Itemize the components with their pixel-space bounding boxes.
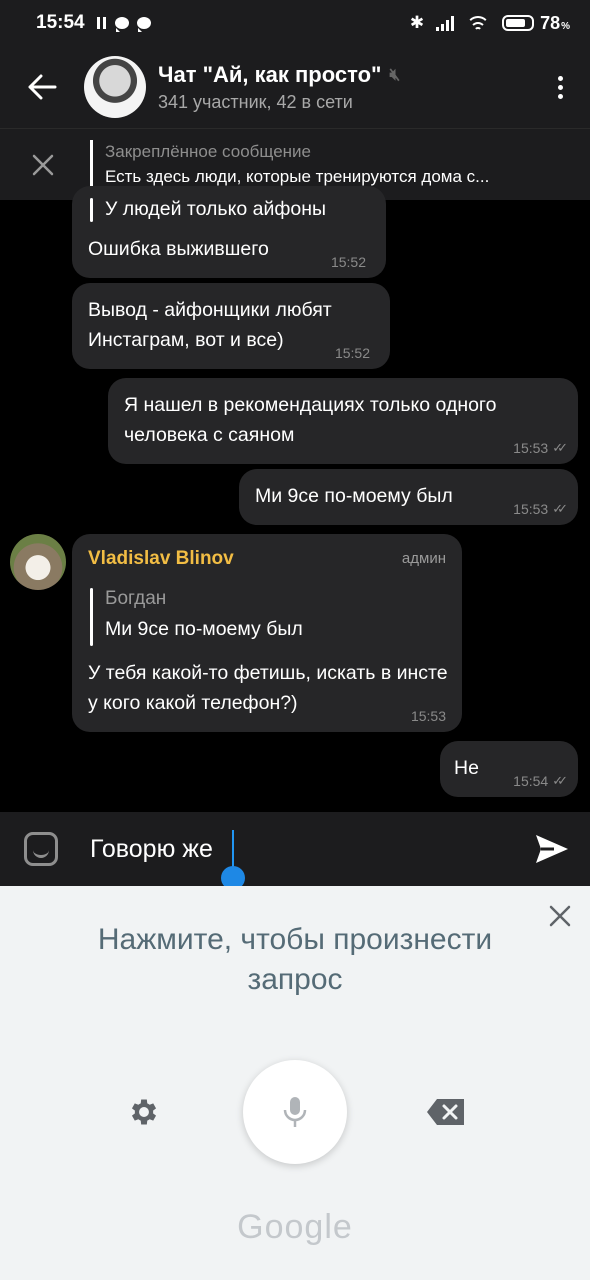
message-notification-icon <box>114 17 129 32</box>
pinned-accent-bar <box>90 139 93 190</box>
double-check-icon: ✓✓ <box>552 773 568 788</box>
message-input-wrapper[interactable]: Говорю же <box>82 812 514 890</box>
message-text: У тебя какой-то фетишь, искать в инсте у… <box>88 662 448 714</box>
reply-author: Богдан <box>105 588 167 609</box>
message-bubble[interactable]: У людей только айфоны Ошибка выжившего 1… <box>72 186 386 278</box>
pinned-text: Есть здесь люди, которые тренируются дом… <box>105 167 490 186</box>
message-input[interactable]: Говорю же <box>90 835 213 864</box>
message-time: 15:53 ✓✓ <box>513 501 568 517</box>
chat-info[interactable]: Чат "Ай, как просто" 🔇︎ 341 участник, 42… <box>158 62 400 113</box>
pause-icon <box>96 17 107 29</box>
microphone-icon <box>283 1097 307 1127</box>
pinned-label: Закреплённое сообщение <box>105 142 311 161</box>
battery-unit: % <box>561 20 570 32</box>
mute-icon: 🔇︎ <box>389 64 401 84</box>
microphone-button[interactable] <box>243 1060 347 1164</box>
message-time: 15:52 <box>334 345 370 361</box>
status-bar: 15:54 ✱ 78% <box>0 0 590 46</box>
message-text: Ошибка выжившего <box>88 238 269 260</box>
text-cursor <box>232 830 234 870</box>
backspace-icon <box>427 1099 464 1125</box>
back-button[interactable] <box>0 46 84 128</box>
admin-badge: админ <box>401 550 446 567</box>
sticker-button[interactable] <box>0 812 82 886</box>
send-button[interactable] <box>514 812 590 886</box>
message-time: 15:54 ✓✓ <box>513 773 568 789</box>
sender-avatar[interactable] <box>10 534 66 590</box>
battery-fill <box>506 19 525 27</box>
signal-icon <box>436 15 455 31</box>
chat-header: Чат "Ай, как просто" 🔇︎ 341 участник, 42… <box>0 46 590 128</box>
voice-prompt-line-1: Нажмите, чтобы произнести <box>97 923 493 956</box>
double-check-icon: ✓✓ <box>552 501 568 516</box>
chat-title-text: Чат "Ай, как просто" <box>158 61 382 87</box>
message-text: Не <box>454 757 479 779</box>
message-bubble-outgoing[interactable]: Ми 9се по-моему был 15:53 ✓✓ <box>239 469 578 525</box>
sender-name[interactable]: Vladislav Blinov <box>88 548 234 570</box>
message-bubble[interactable]: Вывод - айфонщики любят Инстаграм, вот и… <box>72 283 390 369</box>
message-time: 15:53 <box>410 708 446 724</box>
pinned-content: Закреплённое сообщение Есть здесь люди, … <box>105 142 575 187</box>
reply-text: Ми 9се по-моему был <box>105 618 303 640</box>
battery-indicator: 78% <box>502 13 570 34</box>
battery-percent: 78% <box>540 12 570 33</box>
message-bubble-outgoing[interactable]: Не 15:54 ✓✓ <box>440 741 578 797</box>
bluetooth-icon: ✱ <box>409 13 425 32</box>
voice-input-panel: Нажмите, чтобы произнести запрос Google <box>0 886 590 1280</box>
message-time: 15:52 <box>330 254 366 270</box>
status-notification-icons <box>96 17 151 32</box>
message-text: Я нашел в рекомендациях только одного че… <box>124 394 497 446</box>
voice-prompt[interactable]: Нажмите, чтобы произнести запрос <box>0 920 590 1000</box>
reply-bar <box>90 588 93 646</box>
message-notification-icon-2 <box>136 17 151 32</box>
reply-quote[interactable]: Богдан Ми 9се по-моему был <box>90 588 303 646</box>
close-icon <box>32 154 54 175</box>
wifi-icon <box>466 14 491 32</box>
reply-quote: У людей только айфоны <box>90 198 326 222</box>
arrow-left-icon <box>28 74 57 100</box>
more-options-button[interactable] <box>530 46 590 128</box>
backspace-button[interactable] <box>424 1094 468 1130</box>
send-icon <box>536 835 568 863</box>
google-logo: Google <box>237 1208 353 1246</box>
message-bubble[interactable]: Vladislav Blinov админ Богдан Ми 9се по-… <box>72 534 462 732</box>
reply-text: У людей только айфоны <box>105 198 327 220</box>
chat-title: Чат "Ай, как просто" 🔇︎ <box>158 62 400 88</box>
message-text: Ми 9се по-моему был <box>255 485 453 507</box>
voice-prompt-line-2: запрос <box>247 963 343 996</box>
double-check-icon: ✓✓ <box>552 440 568 455</box>
status-system-icons: ✱ 78% <box>410 13 570 34</box>
chat-avatar[interactable] <box>84 56 146 118</box>
message-bubble-outgoing[interactable]: Я нашел в рекомендациях только одного че… <box>108 378 578 464</box>
message-time: 15:53 ✓✓ <box>513 440 568 456</box>
chat-members-count: 341 участник, 42 в сети <box>158 91 353 112</box>
status-time: 15:54 <box>36 12 85 33</box>
message-composer: Говорю же <box>0 812 590 890</box>
pinned-close-button[interactable] <box>0 129 86 201</box>
voice-settings-button[interactable] <box>124 1092 164 1132</box>
reply-bar <box>90 198 93 222</box>
battery-icon <box>502 15 535 31</box>
gear-icon <box>131 1099 157 1125</box>
sticker-icon <box>24 832 58 866</box>
